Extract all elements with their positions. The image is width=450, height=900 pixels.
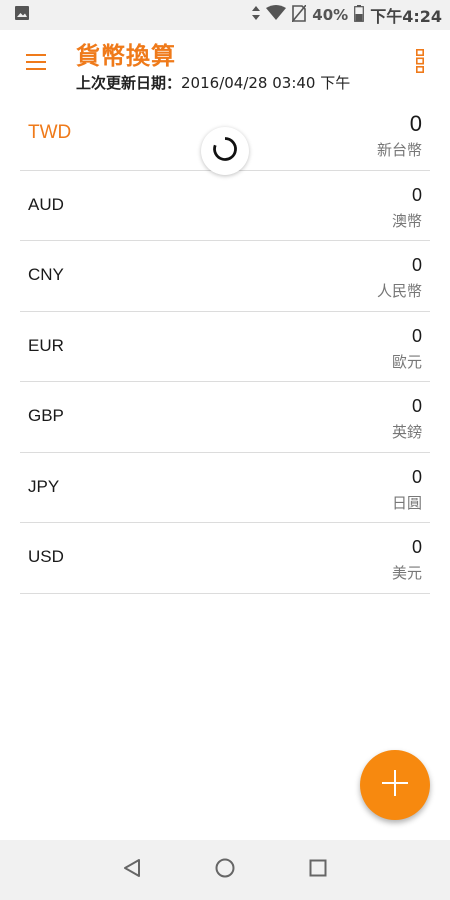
- currency-row-cny[interactable]: CNY 0 人民幣: [20, 241, 430, 312]
- status-left: [14, 5, 30, 25]
- currency-amount: 0: [411, 325, 422, 346]
- currency-row-jpy[interactable]: JPY 0 日圓: [20, 453, 430, 523]
- currency-code: JPY: [28, 476, 60, 496]
- app-bar: 貨幣換算 上次更新日期：2016/04/28 03:40 下午: [0, 30, 450, 100]
- status-time: 下午4:24: [370, 7, 442, 26]
- currency-row-eur[interactable]: EUR 0 歐元: [20, 312, 430, 382]
- add-currency-button[interactable]: [360, 750, 430, 820]
- status-right: 40% 下午4:24: [252, 3, 442, 27]
- battery-text: 40%: [312, 6, 349, 24]
- currency-code: EUR: [28, 335, 64, 355]
- currency-amount: 0: [411, 396, 422, 416]
- hamburger-icon: [26, 53, 46, 75]
- currency-amount: 0: [411, 255, 422, 275]
- currency-row-usd[interactable]: USD 0 美元: [20, 523, 430, 594]
- currency-name: 美元: [391, 564, 422, 582]
- currency-row-gbp[interactable]: GBP 0 英鎊: [20, 382, 430, 453]
- image-icon: [14, 5, 30, 25]
- currency-name: 人民幣: [376, 282, 422, 300]
- menu-button[interactable]: [22, 50, 50, 78]
- currency-name: 英鎊: [391, 423, 422, 441]
- page-title: 貨幣換算: [76, 42, 176, 70]
- battery-icon: [354, 4, 365, 26]
- currency-code: AUD: [28, 194, 64, 214]
- back-triangle-icon: [123, 858, 141, 882]
- currency-code: CNY: [28, 265, 64, 284]
- currency-code: USD: [28, 547, 64, 566]
- spinner-arc-icon: [212, 136, 238, 166]
- wifi-icon: [266, 5, 287, 25]
- currency-name: 澳幣: [391, 211, 422, 230]
- currency-name: 歐元: [391, 352, 422, 371]
- recents-square-icon: [309, 859, 327, 881]
- no-sim-icon: [291, 3, 307, 26]
- recents-button[interactable]: [303, 855, 333, 885]
- home-circle-icon: [215, 858, 235, 882]
- back-button[interactable]: [117, 855, 147, 885]
- currency-row-aud[interactable]: AUD 0 澳幣: [20, 171, 430, 241]
- currency-amount: 0: [411, 466, 422, 487]
- home-button[interactable]: [210, 855, 240, 885]
- currency-amount: 0: [411, 537, 422, 557]
- more-options-button[interactable]: [410, 48, 430, 78]
- currency-amount: 0: [411, 184, 422, 205]
- last-update: 上次更新日期：2016/04/28 03:40 下午: [76, 72, 350, 93]
- system-nav-bar: [0, 840, 450, 900]
- data-arrows-icon: [252, 6, 261, 24]
- currency-code: GBP: [28, 406, 64, 425]
- currency-code: TWD: [28, 122, 72, 143]
- more-vert-icon: [416, 49, 425, 77]
- currency-name: 新台幣: [376, 141, 422, 159]
- last-update-value: 2016/04/28 03:40 下午: [181, 74, 351, 92]
- plus-icon: [381, 769, 409, 801]
- status-bar: 40% 下午4:24: [0, 0, 450, 30]
- currency-name: 日圓: [391, 493, 422, 512]
- last-update-label: 上次更新日期：: [76, 74, 182, 92]
- loading-spinner: [201, 127, 249, 175]
- currency-amount: 0: [409, 111, 422, 136]
